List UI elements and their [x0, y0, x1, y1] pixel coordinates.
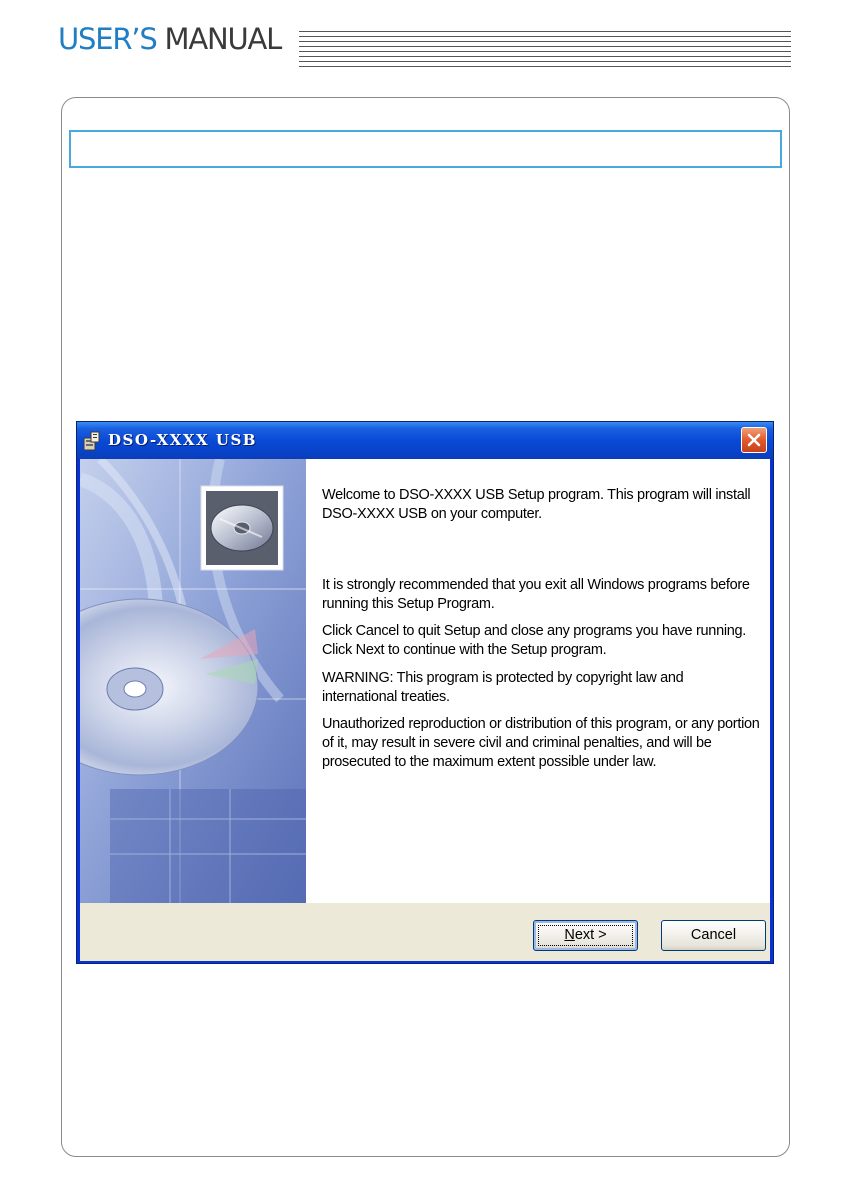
cancel-next-instructions: Click Cancel to quit Setup and close any… — [322, 623, 747, 658]
next-label-rest: ext > — [574, 927, 607, 943]
header-decorative-lines — [299, 31, 791, 69]
header-title-manual: MANUAL — [164, 22, 283, 56]
setup-window: DSO-XXXX USB Welcome to DSO-XXXX USB Set… — [76, 421, 774, 964]
welcome-message: Welcome to DSO-XXXX USB Setup program. T… — [322, 487, 751, 522]
window-titlebar[interactable]: DSO-XXXX USB — [77, 422, 773, 459]
section-heading-box — [69, 130, 782, 168]
setup-side-graphic — [80, 459, 306, 903]
cd-disc-icon — [210, 504, 274, 552]
copyright-warning: WARNING: This program is protected by co… — [322, 670, 684, 705]
window-title: DSO-XXXX USB — [108, 431, 257, 449]
manual-header-title: USER’S MANUAL — [58, 22, 283, 56]
next-accelerator-key: N — [564, 927, 575, 943]
cancel-button[interactable]: Cancel — [661, 920, 766, 951]
close-icon — [747, 433, 761, 447]
next-button-label: Next > — [564, 927, 606, 943]
close-button[interactable] — [741, 427, 767, 453]
unauthorized-notice: Unauthorized reproduction or distributio… — [322, 716, 760, 770]
recommendation-message: It is strongly recommended that you exit… — [322, 577, 750, 612]
button-bar: Next > Cancel — [80, 903, 770, 961]
setup-program-icon — [83, 431, 101, 451]
header-title-users: USER’S — [58, 22, 158, 56]
window-client-area: Welcome to DSO-XXXX USB Setup program. T… — [80, 459, 770, 961]
next-button[interactable]: Next > — [533, 920, 638, 951]
welcome-text-panel: Welcome to DSO-XXXX USB Setup program. T… — [306, 459, 770, 903]
